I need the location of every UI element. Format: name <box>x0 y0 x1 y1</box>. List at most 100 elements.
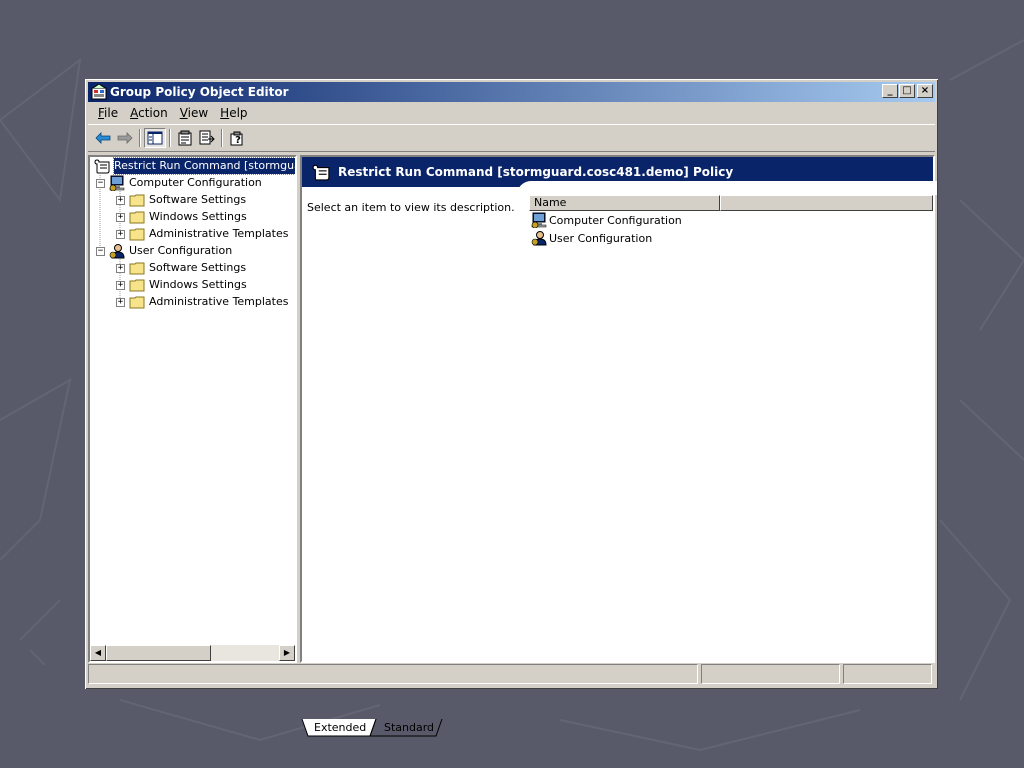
expand-toggle[interactable]: + <box>116 297 125 307</box>
menu-help[interactable]: Help <box>214 106 253 120</box>
menu-view-accel: V <box>179 106 188 120</box>
column-header-name[interactable]: Name <box>529 195 720 211</box>
tree-pane: Restrict Run Command [stormguar­ − Compu… <box>88 155 297 663</box>
list-item-label: Computer Configuration <box>549 213 682 227</box>
tree-label: Software Settings <box>149 261 247 274</box>
forward-arrow-icon <box>117 132 133 144</box>
tab-standard[interactable]: Standard <box>384 719 434 736</box>
window-controls: _ □ × <box>881 84 933 98</box>
banner-title: Restrict Run Command [stormguard.cosc481… <box>338 165 734 179</box>
back-arrow-icon <box>95 132 111 144</box>
tree-label: Windows Settings <box>149 278 247 291</box>
toolbar-separator <box>169 129 171 147</box>
menu-view[interactable]: View <box>174 106 214 120</box>
status-panel-main <box>88 664 698 684</box>
tree-user-label: User Configuration <box>129 244 233 257</box>
user-configuration-icon <box>531 231 547 246</box>
collapse-toggle[interactable]: − <box>96 246 105 256</box>
back-button[interactable] <box>92 128 114 148</box>
folder-icon <box>129 228 145 241</box>
menu-action[interactable]: Action <box>124 106 174 120</box>
list-item-computer-configuration[interactable]: Computer Configuration <box>529 211 933 229</box>
properties-button[interactable] <box>174 128 196 148</box>
status-bar <box>88 664 935 684</box>
list-item-label: User Configuration <box>549 231 653 245</box>
title-bar[interactable]: Group Policy Object Editor _ □ × <box>88 82 935 102</box>
folder-icon <box>129 296 145 309</box>
minimize-button[interactable]: _ <box>882 84 898 98</box>
tree-label: Administrative Templates <box>149 227 289 240</box>
policy-scroll-icon <box>94 159 110 174</box>
collapse-toggle[interactable]: − <box>96 178 105 188</box>
tree-node-computer-administrative-templates[interactable]: + Administrative Templates <box>116 226 289 242</box>
policy-tree: Restrict Run Command [stormguar­ − Compu… <box>90 157 295 643</box>
tree-horizontal-scrollbar[interactable]: ◀ ▶ <box>90 645 295 661</box>
user-configuration-icon <box>109 244 125 259</box>
show-hide-tree-button[interactable] <box>144 128 166 148</box>
expand-toggle[interactable]: + <box>116 195 125 205</box>
status-panel-2 <box>701 664 840 684</box>
menu-action-accel: A <box>130 106 139 120</box>
group-policy-editor-window: Group Policy Object Editor _ □ × File Ac… <box>85 79 938 737</box>
menu-bar: File Action View Help <box>88 102 935 124</box>
folder-icon <box>129 262 145 275</box>
menu-view-label: iew <box>187 106 209 120</box>
status-panel-3 <box>843 664 932 684</box>
expand-toggle[interactable]: + <box>116 263 125 273</box>
items-list: Name Computer Configuration User Configu… <box>529 195 933 661</box>
menu-action-label: ction <box>138 106 168 120</box>
main-content: Restrict Run Command [stormguar­ − Compu… <box>88 155 937 737</box>
tree-label: Windows Settings <box>149 210 247 223</box>
menu-help-label: elp <box>229 106 248 120</box>
expand-toggle[interactable]: + <box>116 212 125 222</box>
scroll-right-button[interactable]: ▶ <box>279 645 295 661</box>
help-button[interactable]: ? <box>226 128 248 148</box>
menu-help-accel: H <box>220 106 230 120</box>
toolbar-separator <box>139 129 141 147</box>
tree-node-user-windows-settings[interactable]: + Windows Settings <box>116 277 247 293</box>
folder-icon <box>129 194 145 207</box>
tab-extended[interactable]: Extended <box>314 719 366 736</box>
tree-node-user-software-settings[interactable]: + Software Settings <box>116 260 246 276</box>
expand-toggle[interactable]: + <box>116 229 125 239</box>
expand-toggle[interactable]: + <box>116 280 125 290</box>
list-item-user-configuration[interactable]: User Configuration <box>529 229 933 247</box>
menu-file-label: ile <box>104 106 119 120</box>
show-hide-tree-icon <box>147 131 163 145</box>
tree-node-user-administrative-templates[interactable]: + Administrative Templates <box>116 294 289 310</box>
column-header-empty <box>720 195 933 211</box>
description-text: Select an item to view its description. <box>307 201 515 214</box>
tree-label: Software Settings <box>149 193 247 206</box>
close-button[interactable]: × <box>917 84 933 98</box>
properties-icon <box>178 130 192 146</box>
export-list-button[interactable] <box>196 128 218 148</box>
computer-configuration-icon <box>109 175 125 191</box>
tree-node-computer-windows-settings[interactable]: + Windows Settings <box>116 209 247 225</box>
details-pane: Restrict Run Command [stormguard.cosc481… <box>300 155 937 663</box>
tree-node-user-configuration[interactable]: − User Configuration <box>96 243 232 259</box>
folder-icon <box>129 279 145 292</box>
tree-computer-label: Computer Configuration <box>129 176 262 189</box>
scroll-track[interactable] <box>211 645 279 661</box>
tree-node-policy-root[interactable]: Restrict Run Command [stormguar­ <box>94 157 295 175</box>
view-tabs: Extended Standard <box>300 719 935 739</box>
computer-configuration-icon <box>531 212 547 228</box>
policy-scroll-icon <box>312 164 330 181</box>
scroll-thumb[interactable] <box>106 645 211 661</box>
svg-text:?: ? <box>235 135 241 146</box>
toolbar-separator <box>221 129 223 147</box>
export-list-icon <box>199 130 215 145</box>
scroll-left-button[interactable]: ◀ <box>90 645 106 661</box>
maximize-button[interactable]: □ <box>899 84 915 98</box>
tree-node-computer-software-settings[interactable]: + Software Settings <box>116 192 246 208</box>
list-header: Name <box>529 195 933 211</box>
menu-file[interactable]: File <box>92 106 124 120</box>
folder-icon <box>129 211 145 224</box>
help-icon: ? <box>230 131 243 146</box>
toolbar: ? <box>88 124 935 152</box>
tree-label: Administrative Templates <box>149 295 289 308</box>
forward-button[interactable] <box>114 128 136 148</box>
tree-root-label: Restrict Run Command [stormguar­ <box>112 157 295 175</box>
tree-node-computer-configuration[interactable]: − Computer Configuration <box>96 175 262 191</box>
gpo-app-icon <box>91 84 107 100</box>
